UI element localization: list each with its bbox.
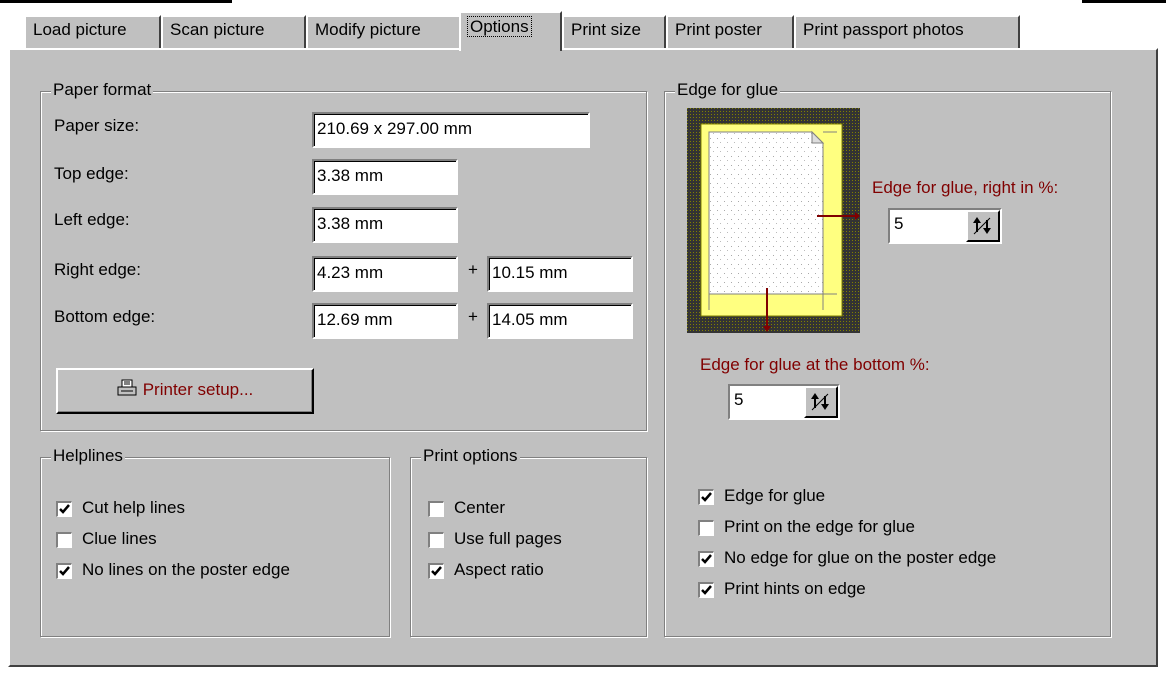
print-option-checkbox-2[interactable] [428, 532, 444, 548]
bottom-edge-label: Bottom edge: [54, 307, 156, 326]
right-edge-extra-field[interactable]: 10.15 mm [487, 256, 633, 292]
printer-icon [117, 379, 137, 402]
tab-load-picture[interactable]: Load picture [24, 15, 161, 49]
printer-setup-label: Printer setup... [142, 380, 254, 399]
bottom-edge-extra-field[interactable]: 14.05 mm [487, 303, 633, 339]
helpline-label-2: Clue lines [82, 529, 157, 548]
bottom-edge-plus: + [468, 307, 478, 326]
spin-arrows-icon [973, 217, 991, 235]
glue-bottom-label: Edge for glue at the bottom %: [700, 355, 930, 374]
glue-option-label-3: No edge for glue on the poster edge [724, 548, 997, 567]
glue-bottom-value: 5 [734, 390, 744, 409]
glue-option-label-4: Print hints on edge [724, 579, 866, 598]
glue-option-label-2: Print on the edge for glue [724, 517, 915, 536]
glue-option-label-1: Edge for glue [724, 486, 826, 505]
options-panel: Paper format Paper size: 210.69 x 297.00… [8, 48, 1158, 667]
tab-print-size[interactable]: Print size [562, 15, 666, 49]
paper-size-field[interactable]: 210.69 x 297.00 mm [312, 112, 590, 148]
spin-arrows-icon [811, 393, 829, 411]
glue-option-checkbox-3[interactable] [698, 551, 714, 567]
glue-edge-preview-image [687, 108, 860, 333]
helplines-title: Helplines [51, 446, 125, 466]
print-option-label-1: Center [454, 498, 506, 517]
glue-right-value: 5 [894, 214, 904, 233]
tab-options[interactable]: Options [459, 11, 562, 51]
helpline-label-3: No lines on the poster edge [82, 560, 290, 579]
print-option-label-3: Aspect ratio [454, 560, 544, 579]
helpline-label-1: Cut help lines [82, 498, 186, 517]
printer-setup-button[interactable]: Printer setup... [56, 368, 314, 414]
tab-print-passport-photos[interactable]: Print passport photos [794, 15, 1020, 49]
print-option-checkbox-3[interactable] [428, 563, 444, 579]
tab-options-label: Options [467, 16, 532, 37]
right-edge-plus: + [468, 260, 478, 279]
print-options-title: Print options [421, 446, 520, 466]
paper-size-label: Paper size: [54, 116, 140, 135]
helpline-checkbox-1[interactable] [56, 501, 72, 517]
glue-right-label: Edge for glue, right in %: [872, 178, 1059, 197]
tab-modify-picture[interactable]: Modify picture [306, 15, 461, 49]
glue-option-checkbox-2[interactable] [698, 520, 714, 536]
glue-option-checkbox-1[interactable] [698, 489, 714, 505]
right-edge-field[interactable]: 4.23 mm [312, 256, 458, 292]
glue-bottom-spinner[interactable]: 5 [728, 384, 840, 420]
edge-for-glue-title: Edge for glue [675, 80, 781, 100]
bottom-edge-field[interactable]: 12.69 mm [312, 303, 458, 339]
glue-option-checkbox-4[interactable] [698, 582, 714, 598]
tab-scan-picture[interactable]: Scan picture [161, 15, 306, 49]
tab-print-poster[interactable]: Print poster [666, 15, 794, 49]
helpline-checkbox-2[interactable] [56, 532, 72, 548]
left-edge-label: Left edge: [54, 210, 130, 229]
top-edge-label: Top edge: [54, 164, 129, 183]
glue-right-spinner[interactable]: 5 [888, 208, 1002, 244]
glue-bottom-spin-button[interactable] [804, 386, 838, 418]
print-option-checkbox-1[interactable] [428, 501, 444, 517]
right-edge-label: Right edge: [54, 260, 141, 279]
paper-format-title: Paper format [51, 80, 154, 100]
window-title-remnant-right [1082, 0, 1166, 3]
helpline-checkbox-3[interactable] [56, 563, 72, 579]
window-title-remnant [0, 0, 232, 3]
print-option-label-2: Use full pages [454, 529, 562, 548]
top-edge-field[interactable]: 3.38 mm [312, 159, 458, 195]
left-edge-field[interactable]: 3.38 mm [312, 207, 458, 243]
glue-right-spin-button[interactable] [966, 210, 1000, 242]
